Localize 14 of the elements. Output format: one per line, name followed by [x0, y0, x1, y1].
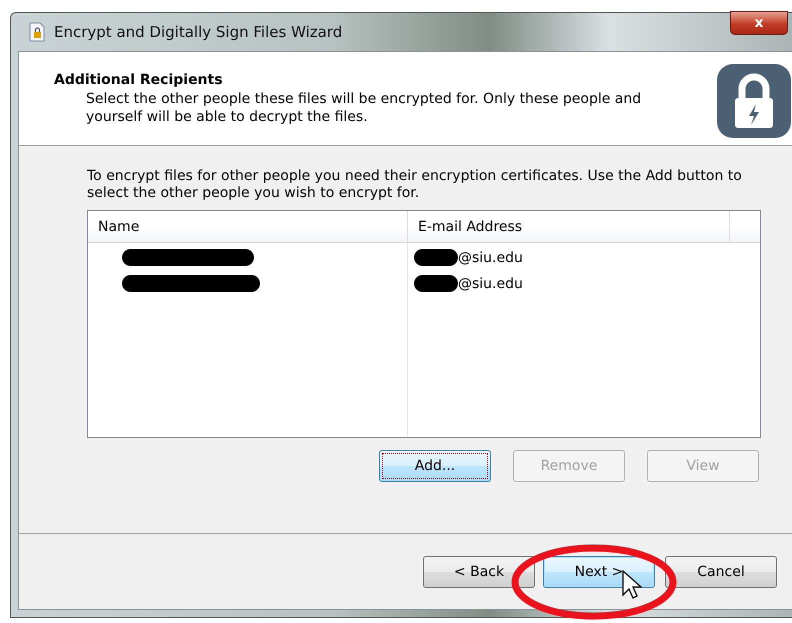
wizard-icon — [28, 22, 46, 42]
wizard-nav-button[interactable]: Cancel — [665, 556, 777, 588]
column-header[interactable]: Name — [88, 211, 408, 242]
instructions-text: To encrypt files for other people you need their encryption certificates. Use the Add button to select the other people you wish to encrypt for. — [87, 168, 743, 202]
page-title: Additional Recipients — [54, 72, 224, 88]
page-description: Select the other people these files will be encrypted for. Only these people and yourself will be able to decrypt the files. — [86, 90, 642, 126]
cursor-icon — [622, 570, 642, 600]
wizard-nav-button[interactable]: < Back — [423, 556, 535, 588]
window-title: Encrypt and Digitally Sign Files Wizard — [54, 23, 342, 41]
column-header[interactable]: E-mail Address — [408, 211, 730, 242]
list-action-button[interactable]: Add... — [379, 450, 491, 482]
email-text: @siu.edu — [458, 250, 523, 266]
close-button[interactable]: x — [730, 11, 788, 35]
email-text: @siu.edu — [458, 276, 523, 292]
